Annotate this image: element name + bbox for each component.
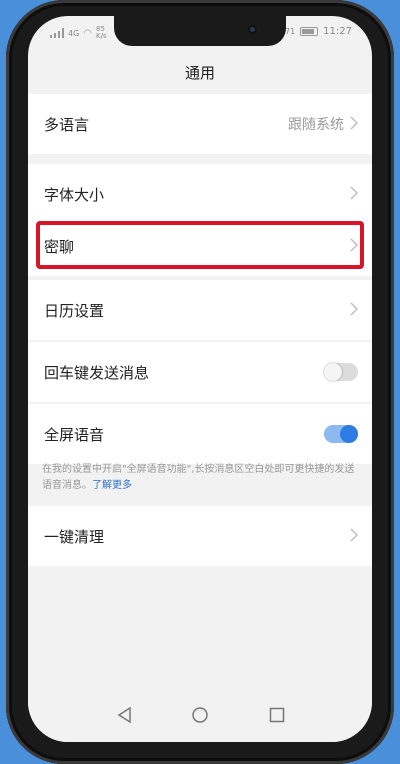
chevron-right-icon bbox=[350, 116, 358, 130]
setting-label: 多语言 bbox=[44, 116, 90, 134]
network-speed: 85 K/s bbox=[96, 25, 107, 40]
signal-icon bbox=[50, 28, 64, 38]
network-type: 4G bbox=[68, 28, 80, 38]
setting-value: 跟随系统 bbox=[288, 117, 344, 133]
home-circle-icon[interactable] bbox=[191, 706, 209, 724]
fullscreen-voice-toggle[interactable] bbox=[324, 425, 358, 443]
setting-font-size[interactable]: 字体大小 bbox=[28, 164, 372, 224]
back-triangle-icon[interactable] bbox=[116, 706, 134, 724]
note-text: 在我的设置中开启"全屏语音功能",长按消息区空白处即可更快捷的发送语音消息。 bbox=[42, 464, 355, 491]
enter-send-toggle[interactable] bbox=[324, 363, 358, 381]
page-title: 通用 bbox=[184, 64, 215, 82]
system-nav-bar bbox=[28, 692, 372, 742]
setting-label: 字体大小 bbox=[44, 186, 105, 204]
chevron-right-icon bbox=[350, 302, 358, 316]
camera-icon bbox=[248, 25, 257, 34]
notch bbox=[114, 16, 286, 46]
screen: 4G ◠ 85 K/s 71 11:27 通用 多语言 跟随系统 字体大小 密聊 bbox=[28, 16, 372, 742]
chevron-right-icon bbox=[350, 186, 358, 200]
setting-calendar[interactable]: 日历设置 bbox=[28, 280, 372, 340]
chevron-right-icon bbox=[350, 528, 358, 542]
battery-icon bbox=[300, 27, 319, 36]
highlight-box bbox=[36, 221, 364, 269]
setting-enter-send: 回车键发送消息 bbox=[28, 342, 372, 402]
setting-label: 全屏语音 bbox=[44, 426, 105, 444]
wifi-icon: ◠ bbox=[83, 27, 93, 39]
learn-more-link[interactable]: 了解更多 bbox=[92, 480, 132, 491]
setting-language[interactable]: 多语言 跟随系统 bbox=[28, 94, 372, 154]
setting-label: 回车键发送消息 bbox=[44, 364, 150, 382]
clock: 11:27 bbox=[323, 26, 352, 37]
setting-label: 日历设置 bbox=[44, 302, 105, 320]
setting-fullscreen-voice: 全屏语音 bbox=[28, 404, 372, 464]
phone-frame: 4G ◠ 85 K/s 71 11:27 通用 多语言 跟随系统 字体大小 密聊 bbox=[6, 0, 394, 764]
fullscreen-voice-note: 在我的设置中开启"全屏语音功能",长按消息区空白处即可更快捷的发送语音消息。了解… bbox=[42, 462, 360, 494]
setting-one-key-clean[interactable]: 一键清理 bbox=[28, 506, 372, 566]
setting-label: 一键清理 bbox=[44, 528, 105, 546]
battery-level: 71 bbox=[284, 27, 296, 36]
recents-square-icon[interactable] bbox=[268, 706, 286, 724]
